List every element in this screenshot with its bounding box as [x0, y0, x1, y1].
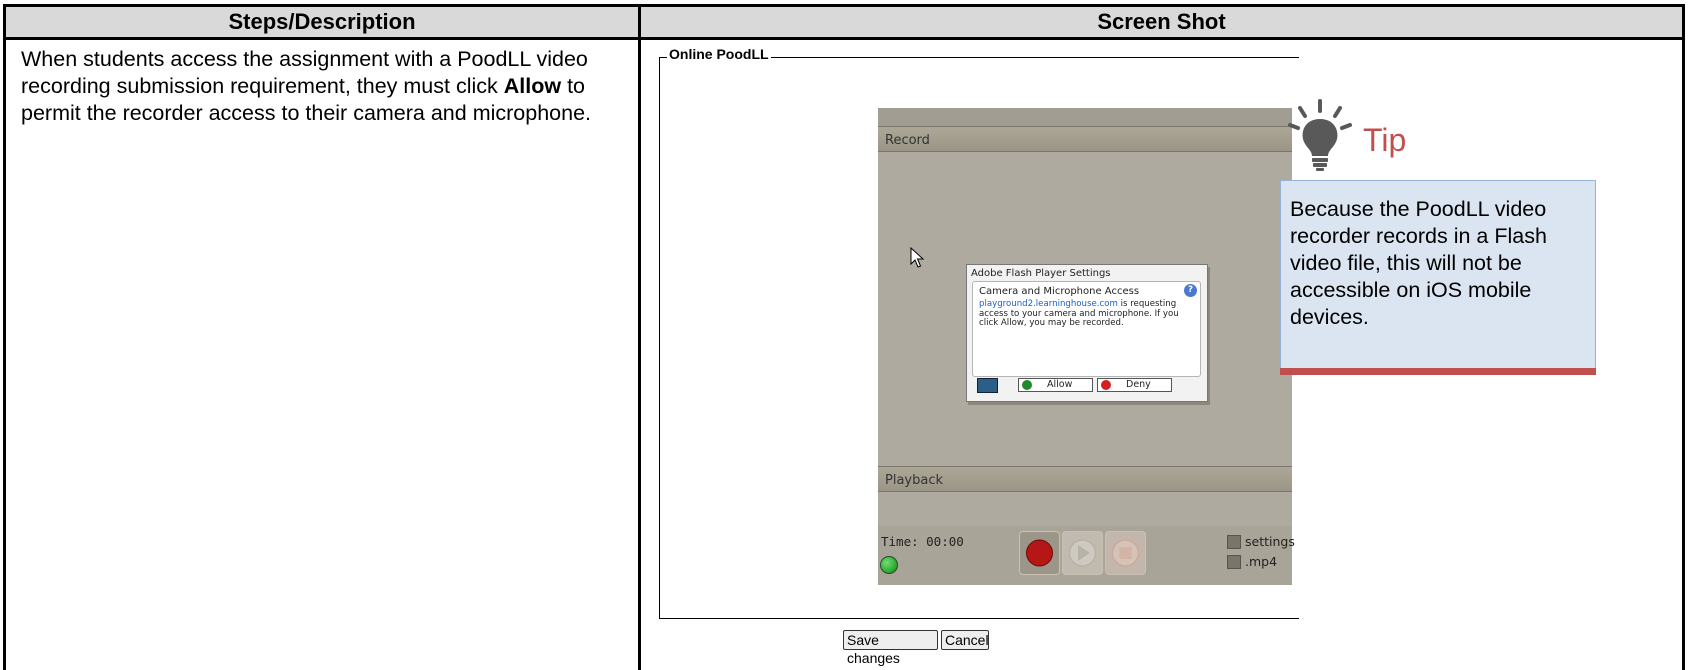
tip-text: Because the PoodLL video recorder record… [1290, 197, 1547, 329]
record-button[interactable] [1019, 531, 1060, 575]
cancel-button[interactable]: Cancel [941, 630, 989, 650]
header-screen-shot: Screen Shot [638, 4, 1685, 40]
steps-cell: When students access the assignment with… [3, 38, 641, 670]
recorder-controls: Time: 00:00 settings .mp4 [878, 526, 1295, 585]
mouse-cursor-icon [910, 247, 925, 268]
stop-icon [1111, 539, 1140, 567]
header-steps-description: Steps/Description [3, 4, 641, 40]
step-description: When students access the assignment with… [21, 47, 592, 125]
stop-button[interactable] [1105, 531, 1146, 575]
tip-title: Tip [1363, 122, 1407, 158]
poodll-recorder: Record Adobe Flash Player Settings Camer… [878, 108, 1295, 585]
instruction-table: Steps/Description Screen Shot When stude… [3, 4, 1685, 670]
online-poodll-fieldset: Record Adobe Flash Player Settings Camer… [659, 57, 1299, 619]
deny-icon [1101, 380, 1111, 390]
play-icon [1068, 539, 1097, 567]
settings-label: settings [1245, 534, 1295, 549]
help-icon[interactable]: ? [1184, 284, 1197, 297]
fieldset-legend: Online PoodLL [667, 46, 771, 62]
check-icon [1022, 380, 1032, 390]
time-display: Time: 00:00 [881, 534, 964, 549]
mp4-label: .mp4 [1245, 554, 1278, 569]
tip-box: Because the PoodLL video recorder record… [1280, 180, 1596, 368]
privacy-settings-icon[interactable] [977, 378, 998, 393]
play-button[interactable] [1062, 531, 1103, 575]
deny-button[interactable]: Deny [1097, 378, 1172, 392]
dialog-heading: Camera and Microphone Access [979, 286, 1140, 297]
settings-checkbox[interactable] [1227, 535, 1241, 549]
flash-settings-dialog: Adobe Flash Player Settings Camera and M… [966, 264, 1208, 402]
dialog-message: playground2.learninghouse.com is request… [979, 299, 1179, 329]
record-bar: Record [878, 126, 1292, 152]
allow-emphasis: Allow [503, 74, 562, 98]
allow-button[interactable]: Allow [1018, 378, 1093, 392]
record-icon [1026, 539, 1053, 567]
dialog-content: Camera and Microphone Access ? playgroun… [972, 281, 1201, 377]
mp4-checkbox[interactable] [1227, 555, 1241, 569]
lightbulb-icon [1288, 99, 1352, 171]
requesting-domain: playground2.learninghouse.com [979, 299, 1118, 309]
dialog-title: Adobe Flash Player Settings [971, 268, 1111, 279]
screenshot-cell: Record Adobe Flash Player Settings Camer… [638, 38, 1685, 670]
status-light-icon [880, 556, 898, 574]
tip-accent-bar [1280, 368, 1596, 375]
playback-bar: Playback [878, 466, 1292, 492]
recorder-top-strip [878, 108, 1292, 126]
save-changes-button[interactable]: Save changes [843, 630, 938, 666]
